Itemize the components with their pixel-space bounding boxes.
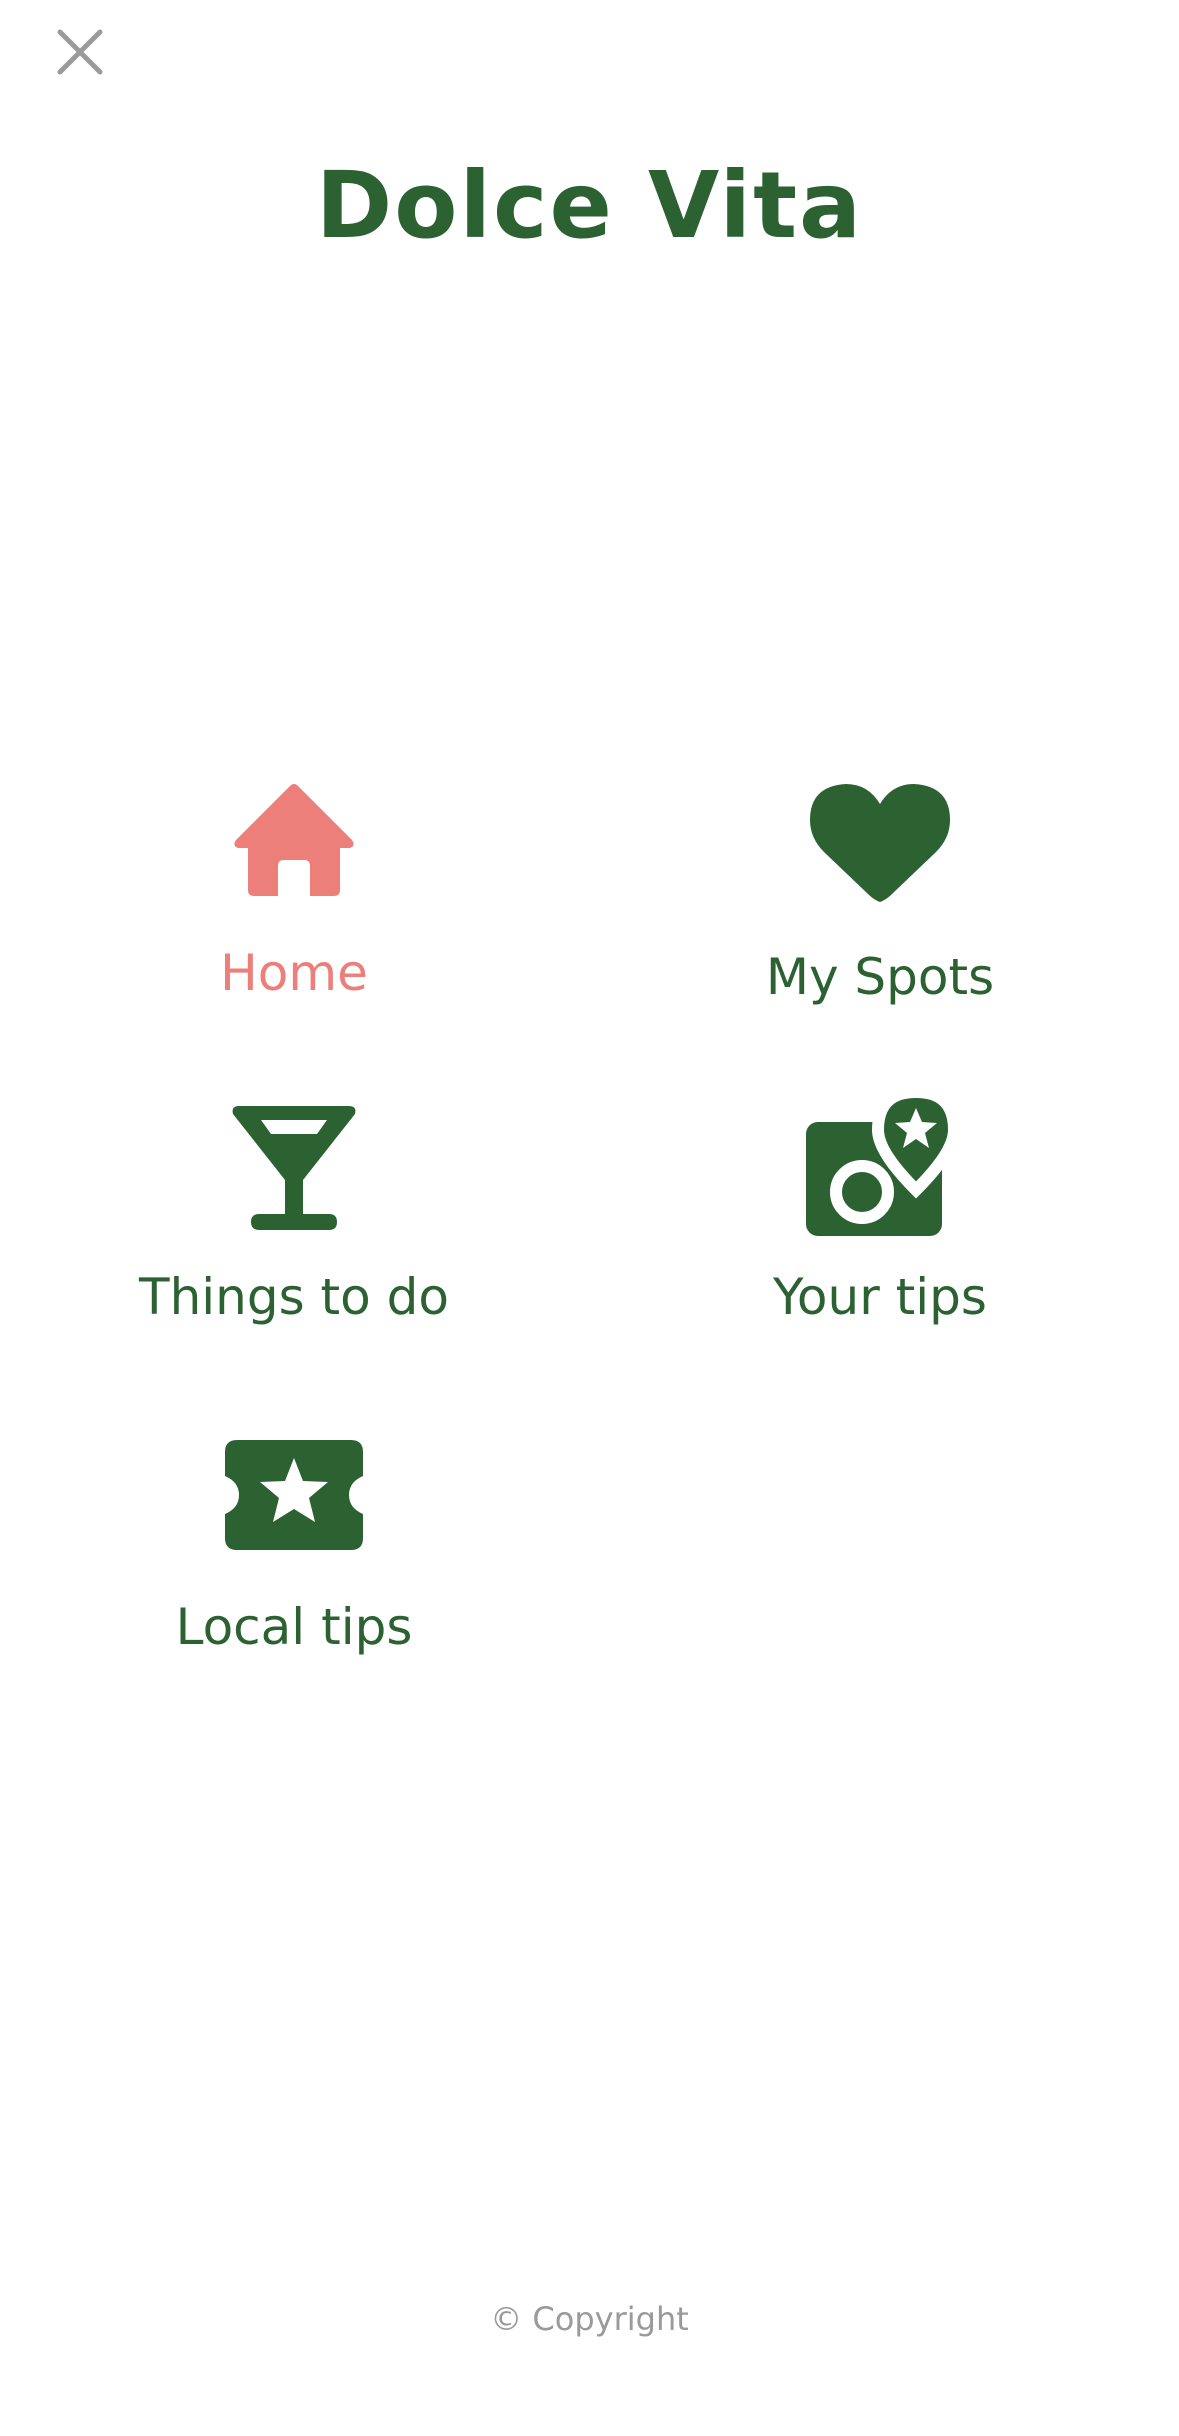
menu-item-things-to-do-label: Things to do: [139, 1268, 449, 1326]
menu-item-home[interactable]: Home: [74, 782, 514, 998]
menu-item-home-label: Home: [220, 944, 368, 1002]
menu-item-your-tips-label: Your tips: [773, 1268, 987, 1326]
menu-item-my-spots[interactable]: My Spots: [660, 782, 1100, 1002]
copyright-text: © Copyright: [490, 2300, 689, 2338]
close-icon: [57, 29, 103, 75]
menu-screen: Dolce Vita Home My Spots Things to do Yo…: [0, 0, 1179, 2436]
photo-pin-star-icon: [806, 1086, 956, 1236]
app-title: Dolce Vita: [315, 152, 864, 259]
heart-icon: [810, 784, 950, 902]
menu-item-local-tips-label: Local tips: [175, 1598, 413, 1656]
menu-item-things-to-do[interactable]: Things to do: [74, 1106, 514, 1322]
cocktail-icon: [232, 1106, 356, 1230]
menu-item-local-tips[interactable]: Local tips: [74, 1440, 514, 1652]
menu-item-your-tips[interactable]: Your tips: [660, 1086, 1100, 1322]
menu-item-my-spots-label: My Spots: [765, 948, 995, 1006]
ticket-star-icon: [225, 1440, 363, 1550]
home-icon: [234, 784, 354, 896]
close-button[interactable]: [52, 24, 108, 80]
